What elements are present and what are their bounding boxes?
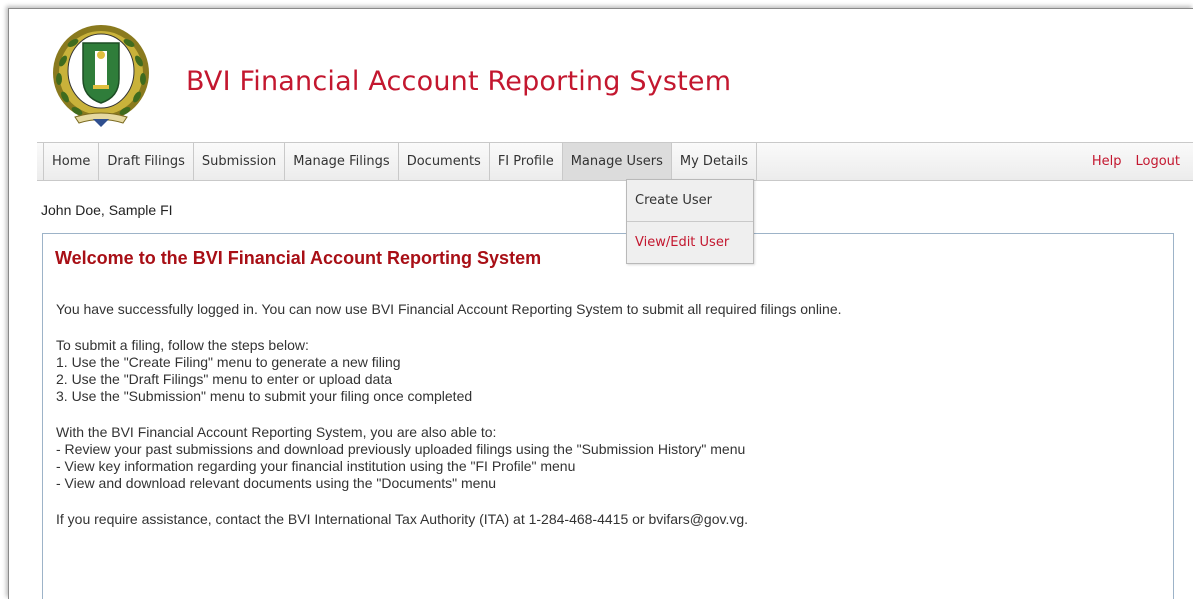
create-user-menu-item[interactable]: Create User xyxy=(627,180,753,221)
app-title: BVI Financial Account Reporting System xyxy=(186,66,732,97)
nav-my-details[interactable]: My Details xyxy=(670,143,758,180)
current-user-label: John Doe, Sample FI xyxy=(41,202,173,218)
features-heading: With the BVI Financial Account Reporting… xyxy=(56,424,497,440)
bvi-coat-of-arms-icon xyxy=(53,25,149,127)
feature-item: - View and download relevant documents u… xyxy=(56,475,497,491)
step-item: 3. Use the "Submission" menu to submit y… xyxy=(56,388,473,404)
nav-draft-filings[interactable]: Draft Filings xyxy=(98,143,193,180)
view-edit-user-menu-item[interactable]: View/Edit User xyxy=(627,221,753,263)
main-navbar: Home Draft Filings Submission Manage Fil… xyxy=(37,142,1193,181)
step-item: 2. Use the "Draft Filings" menu to enter… xyxy=(56,371,393,387)
nav-manage-users[interactable]: Manage Users xyxy=(561,143,671,180)
welcome-body: You have successfully logged in. You can… xyxy=(56,301,1165,547)
nav-home[interactable]: Home xyxy=(43,143,98,180)
nav-fi-profile[interactable]: FI Profile xyxy=(488,143,562,180)
nav-manage-filings[interactable]: Manage Filings xyxy=(284,143,397,180)
features-block: With the BVI Financial Account Reporting… xyxy=(56,424,1165,492)
manage-users-dropdown: Create User View/Edit User xyxy=(626,179,754,264)
feature-item: - Review your past submissions and downl… xyxy=(56,441,746,457)
step-item: 1. Use the "Create Filing" menu to gener… xyxy=(56,354,401,370)
nav-submission[interactable]: Submission xyxy=(192,143,284,180)
assistance-text: If you require assistance, contact the B… xyxy=(56,511,749,527)
help-link[interactable]: Help xyxy=(1092,143,1122,180)
welcome-title: Welcome to the BVI Financial Account Rep… xyxy=(55,248,542,268)
browser-page: BVI Financial Account Reporting System H… xyxy=(8,8,1193,599)
intro-text: You have successfully logged in. You can… xyxy=(56,301,842,317)
header: BVI Financial Account Reporting System xyxy=(9,9,1193,142)
feature-item: - View key information regarding your fi… xyxy=(56,458,576,474)
steps-block: To submit a filing, follow the steps bel… xyxy=(56,337,1165,405)
nav-documents[interactable]: Documents xyxy=(397,143,489,180)
welcome-panel: Welcome to the BVI Financial Account Rep… xyxy=(42,233,1174,599)
logout-link[interactable]: Logout xyxy=(1135,143,1180,180)
steps-heading: To submit a filing, follow the steps bel… xyxy=(56,337,309,353)
